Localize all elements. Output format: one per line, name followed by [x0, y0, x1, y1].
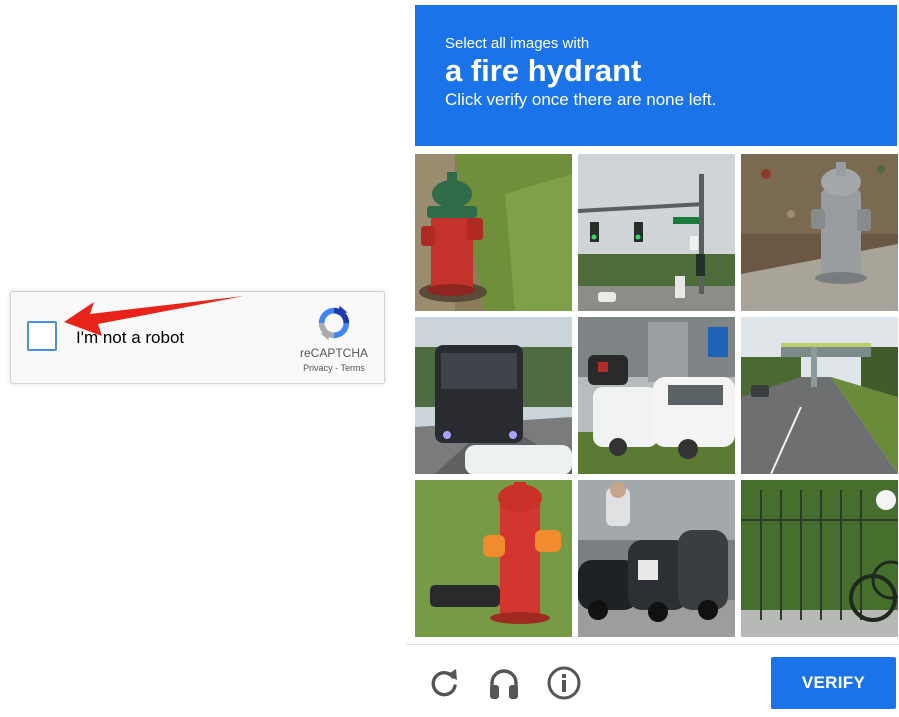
image-tile-7[interactable]: [415, 480, 572, 637]
recaptcha-branding: reCAPTCHA Privacy - Terms: [294, 304, 374, 373]
reload-icon: [431, 669, 457, 697]
info-button[interactable]: [546, 665, 582, 701]
checkbox-label: I'm not a robot: [76, 328, 185, 347]
footer-divider: [406, 644, 899, 645]
image-tile-5[interactable]: [578, 317, 735, 474]
instruction-text: Select all images with: [445, 35, 590, 52]
audio-challenge-icon: [490, 669, 518, 699]
fence-bicycle-image: [741, 480, 898, 637]
recaptcha-checkbox-widget: I'm not a robot reCAPTCHA Privacy - Term…: [10, 291, 385, 384]
verify-button[interactable]: VERIFY: [771, 657, 896, 709]
recaptcha-links: Privacy - Terms: [294, 363, 374, 373]
image-challenge-panel: Select all images with a fire hydrant Cl…: [406, 0, 899, 717]
image-tile-6[interactable]: [741, 317, 898, 474]
recaptcha-logo-icon: [318, 305, 350, 341]
hydrant-image: [415, 480, 572, 637]
image-tile-8[interactable]: [578, 480, 735, 637]
audio-challenge-button[interactable]: [486, 665, 522, 701]
road-bridge-image: [741, 317, 898, 474]
image-tile-4[interactable]: [415, 317, 572, 474]
links-separator: -: [335, 363, 339, 373]
image-tile-3[interactable]: [741, 154, 898, 311]
bus-image: [415, 317, 572, 474]
image-tile-1[interactable]: [415, 154, 572, 311]
image-grid: [415, 154, 898, 637]
reload-button[interactable]: [426, 665, 462, 701]
recaptcha-brand-name: reCAPTCHA: [299, 346, 368, 360]
challenge-header: Select all images with a fire hydrant Cl…: [415, 5, 897, 146]
image-tile-2[interactable]: [578, 154, 735, 311]
terms-link[interactable]: Terms: [340, 363, 365, 373]
image-tile-9[interactable]: [741, 480, 898, 637]
hydrant-image: [741, 154, 898, 311]
instruction-subtext: Click verify once there are none left.: [445, 90, 717, 109]
privacy-link[interactable]: Privacy: [303, 363, 333, 373]
parked-cars-image: [578, 317, 735, 474]
not-a-robot-checkbox[interactable]: [27, 321, 57, 351]
traffic-lights-image: [578, 154, 735, 311]
scooters-image: [578, 480, 735, 637]
hydrant-image: [415, 154, 572, 311]
info-icon: [547, 666, 581, 700]
target-object-text: a fire hydrant: [445, 53, 642, 88]
